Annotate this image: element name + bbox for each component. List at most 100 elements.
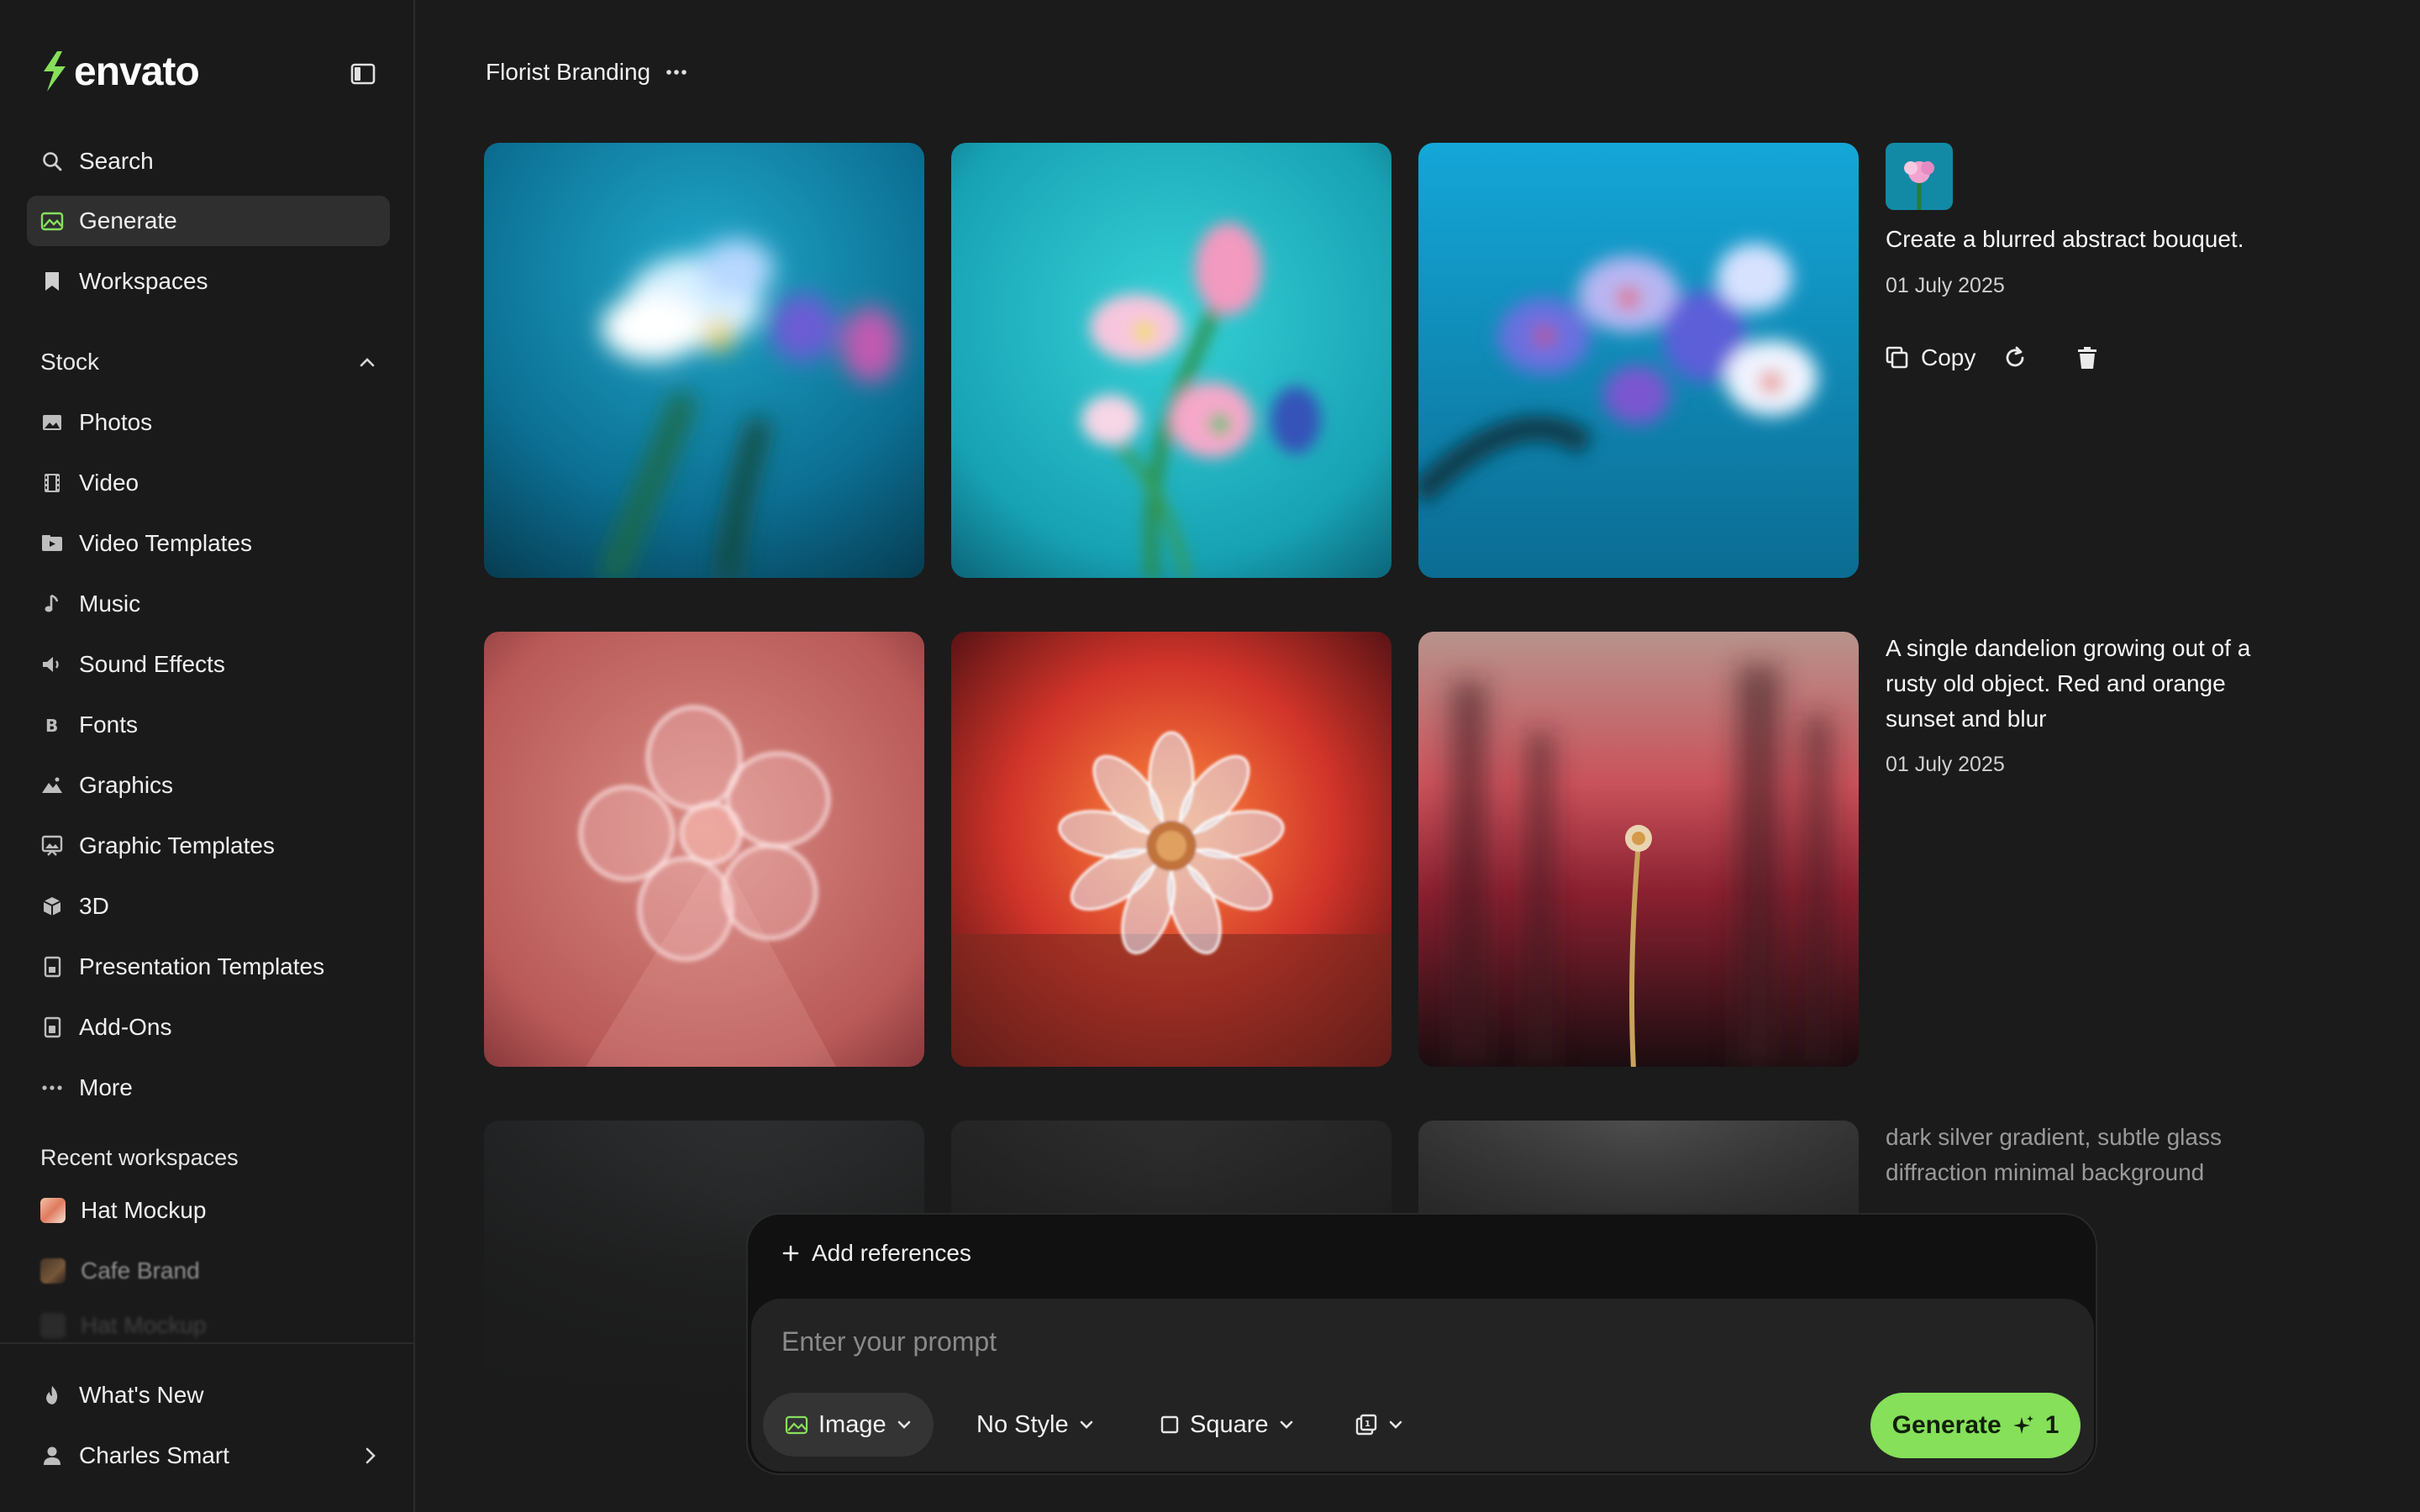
- generated-image[interactable]: [951, 143, 1392, 578]
- chevron-up-icon: [360, 358, 375, 367]
- sidebar-divider: [0, 1342, 415, 1344]
- user-icon: [40, 1444, 64, 1467]
- refresh-icon: [2006, 346, 2024, 367]
- generation-actions: Copy: [1886, 344, 2098, 371]
- music-note-icon: [40, 592, 64, 616]
- user-profile-menu[interactable]: Charles Smart: [27, 1431, 390, 1481]
- type-dropdown[interactable]: Image: [763, 1393, 934, 1457]
- copy-label: Copy: [1921, 344, 1976, 370]
- generate-icon: [40, 209, 64, 233]
- sidebar-item-video[interactable]: Video: [27, 458, 390, 508]
- sidebar: envato Search Generate Workspaces Stock …: [0, 0, 415, 1512]
- speaker-icon: [40, 653, 64, 676]
- regenerate-button[interactable]: [2002, 345, 2028, 370]
- generation-prompt: A single dandelion growing out of a rust…: [1886, 635, 2251, 732]
- recent-workspaces-title: Recent workspaces: [40, 1145, 239, 1170]
- photo-icon: [40, 411, 64, 434]
- graphic-template-icon: [40, 834, 64, 858]
- presentation-icon: [40, 955, 64, 979]
- sidebar-item-label: Add-Ons: [79, 1014, 172, 1040]
- sidebar-item-photos[interactable]: Photos: [27, 397, 390, 448]
- sidebar-item-workspaces[interactable]: Workspaces: [27, 256, 390, 307]
- sidebar-item-more[interactable]: More: [27, 1063, 390, 1113]
- graphics-icon: [40, 774, 64, 797]
- section-title: Stock: [40, 349, 100, 375]
- sidebar-item-search[interactable]: Search: [27, 136, 390, 186]
- workspace-header: Florist Branding: [486, 59, 687, 86]
- trash-icon: [2078, 347, 2097, 369]
- user-name: Charles Smart: [79, 1442, 229, 1468]
- sidebar-item-label: Hat Mockup: [81, 1197, 207, 1223]
- generated-image[interactable]: [484, 632, 924, 1067]
- recent-workspace-item[interactable]: Hat Mockup: [27, 1305, 390, 1347]
- envato-leaf-icon: [44, 51, 66, 92]
- envato-logo[interactable]: envato: [39, 49, 200, 94]
- recent-workspace-item[interactable]: Cafe Brand: [27, 1246, 390, 1296]
- film-icon: [40, 471, 64, 495]
- generated-image[interactable]: [484, 143, 924, 578]
- generation-prompt: dark silver gradient, subtle glass diffr…: [1886, 1124, 2222, 1185]
- chevron-down-icon: [1389, 1420, 1402, 1429]
- type-label: Image: [818, 1410, 886, 1438]
- sidebar-item-graphic-templates[interactable]: Graphic Templates: [27, 821, 390, 871]
- add-references-button[interactable]: Add references: [781, 1240, 971, 1267]
- video-template-icon: [40, 532, 64, 555]
- sidebar-item-label: Graphics: [79, 772, 174, 798]
- stock-section-toggle[interactable]: Stock: [40, 345, 376, 379]
- recent-workspace-item[interactable]: Hat Mockup: [27, 1185, 390, 1236]
- delete-button[interactable]: [2076, 345, 2098, 370]
- chevron-right-icon: [366, 1447, 376, 1464]
- svg-text:1: 1: [1365, 1420, 1370, 1429]
- sparkle-icon: [2012, 1415, 2033, 1434]
- collapse-sidebar-button[interactable]: [346, 59, 380, 89]
- chevron-down-icon: [1280, 1420, 1292, 1429]
- sidebar-item-label: Graphic Templates: [79, 832, 275, 858]
- sidebar-item-generate[interactable]: Generate: [27, 196, 390, 246]
- generation-prompt: Create a blurred abstract bouquet.: [1886, 226, 2244, 252]
- chevron-down-icon: [897, 1420, 910, 1429]
- workspace-thumbnail: [40, 1258, 66, 1284]
- sidebar-item-label: Search: [79, 148, 154, 174]
- image-count-icon: 1: [1355, 1414, 1377, 1436]
- sidebar-item-fonts[interactable]: B Fonts: [27, 700, 390, 750]
- generated-image[interactable]: [1418, 143, 1859, 578]
- sidebar-item-graphics[interactable]: Graphics: [27, 760, 390, 811]
- bookmark-icon: [40, 270, 64, 293]
- sidebar-item-music[interactable]: Music: [27, 579, 390, 629]
- more-dots-icon: [40, 1076, 64, 1100]
- image-type-icon: [785, 1415, 808, 1435]
- sidebar-item-label: What's New: [79, 1382, 204, 1408]
- workspace-title: Florist Branding: [486, 59, 651, 85]
- copy-icon: [1886, 346, 1908, 369]
- addon-icon: [40, 1016, 64, 1039]
- sidebar-item-label: Generate: [79, 207, 177, 234]
- generated-image[interactable]: [1418, 632, 1859, 1067]
- logo-text: envato: [74, 49, 200, 94]
- prompt-input[interactable]: [781, 1322, 1790, 1361]
- style-dropdown[interactable]: No Style: [955, 1393, 1116, 1457]
- generated-image[interactable]: [951, 632, 1392, 1067]
- sidebar-item-label: Hat Mockup: [81, 1312, 207, 1338]
- image-count-dropdown[interactable]: 1: [1333, 1393, 1425, 1457]
- generate-button[interactable]: Generate 1: [1870, 1393, 2081, 1458]
- whats-new-link[interactable]: What's New: [27, 1370, 390, 1420]
- chevron-down-icon: [1080, 1420, 1092, 1429]
- cube-icon: [40, 895, 64, 918]
- sidebar-item-video-templates[interactable]: Video Templates: [27, 518, 390, 569]
- font-icon: B: [40, 713, 64, 737]
- sidebar-item-add-ons[interactable]: Add-Ons: [27, 1002, 390, 1053]
- more-options-icon[interactable]: [666, 69, 687, 76]
- aspect-ratio-dropdown[interactable]: Square: [1138, 1393, 1316, 1457]
- reference-thumbnail[interactable]: [1886, 143, 1953, 210]
- copy-button[interactable]: Copy: [1886, 344, 1975, 371]
- svg-text:B: B: [45, 716, 58, 735]
- sidebar-toggle-icon: [350, 63, 376, 85]
- sidebar-item-sound-effects[interactable]: Sound Effects: [27, 639, 390, 690]
- prompt-input-box: Image No Style Square 1 Generate 1: [751, 1299, 2094, 1472]
- add-references-label: Add references: [812, 1240, 971, 1266]
- prompt-panel: Add references Image No Style Square 1: [746, 1213, 2097, 1475]
- workspace-thumbnail: [40, 1313, 66, 1338]
- sidebar-item-3d[interactable]: 3D: [27, 881, 390, 932]
- sidebar-item-label: More: [79, 1074, 133, 1100]
- sidebar-item-presentation-templates[interactable]: Presentation Templates: [27, 942, 390, 992]
